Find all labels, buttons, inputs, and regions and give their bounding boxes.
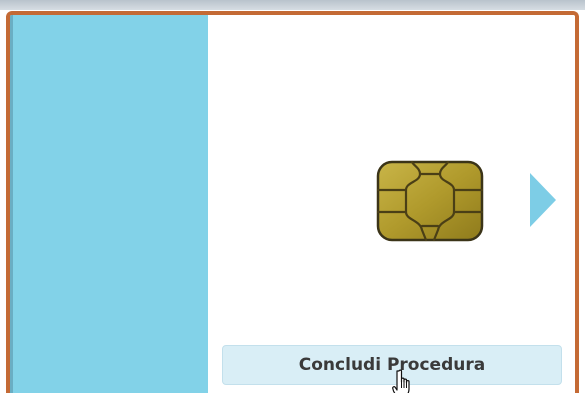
side-panel-edge [10,15,13,393]
card-procedure-frame: Concludi Procedura [6,11,579,393]
smart-card-chip-icon [376,160,484,242]
window-top-strip [0,0,585,10]
arrow-right-icon [528,171,558,229]
card-reader-screen: Concludi Procedura [0,0,585,393]
finish-procedure-button[interactable]: Concludi Procedura [222,345,562,385]
main-content: Concludi Procedura [208,15,575,393]
side-panel [10,15,208,393]
